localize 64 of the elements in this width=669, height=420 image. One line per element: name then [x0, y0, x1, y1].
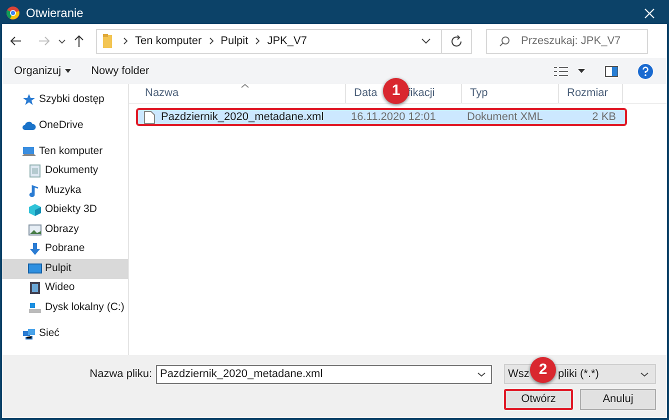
folder-icon	[103, 34, 112, 48]
cube-icon	[28, 203, 42, 218]
chevron-down-icon[interactable]	[421, 38, 431, 44]
nav-item[interactable]: Wideo	[2, 278, 128, 298]
search-field[interactable]: Przeszukaj: JPK_V7	[486, 28, 648, 54]
column-header[interactable]: Data	[354, 85, 378, 102]
computer-icon	[22, 144, 36, 159]
nav-item[interactable]: Szybki dostęp	[2, 90, 128, 110]
network-icon	[22, 326, 36, 341]
breadcrumb-item[interactable]: Pulpit	[220, 32, 248, 50]
image-icon	[28, 222, 42, 237]
filename-label: Nazwa pliku:	[90, 366, 152, 382]
file-row[interactable]: Pazdziernik_2020_metadane.xml 16.11.2020 12:01 Dokument XML 2 KB	[136, 108, 627, 126]
search-icon	[499, 36, 510, 46]
table-cell-text: Pazdziernik_2020_metadane.xml	[161, 110, 324, 125]
caret-icon[interactable]	[578, 69, 585, 73]
refresh-icon[interactable]	[450, 34, 463, 48]
chevron-down-icon	[640, 372, 649, 376]
chevron-down-icon[interactable]	[58, 38, 66, 44]
table-cell-text: Dokument XML	[467, 110, 543, 125]
caret-icon	[65, 69, 72, 73]
download-arrow-icon	[28, 242, 42, 256]
chevron-right-icon[interactable]	[208, 37, 214, 45]
table-cell-text: 2 KB	[592, 110, 616, 125]
nav-item[interactable]: Muzyka	[2, 181, 128, 200]
breadcrumb-item[interactable]: Ten komputer	[135, 32, 202, 50]
column-header[interactable]: Rozmiar	[559, 84, 623, 103]
address-bar[interactable]: Ten komputer Pulpit JPK_V7	[96, 28, 472, 54]
star-icon	[22, 92, 36, 107]
column-header[interactable]: Typ	[462, 84, 559, 103]
back-arrow-icon[interactable]	[10, 36, 22, 46]
view-options-icon[interactable]	[554, 66, 568, 76]
filename-field[interactable]: Pazdziernik_2020_metadane.xml	[156, 364, 492, 384]
help-icon[interactable]	[638, 64, 653, 78]
film-icon	[28, 281, 42, 296]
nav-item[interactable]: Pulpit	[2, 259, 128, 278]
open-button[interactable]: Otwórz	[504, 389, 573, 410]
nav-item[interactable]: Obiekty 3D	[2, 200, 128, 220]
nav-item[interactable]: Ten komputer	[2, 142, 128, 162]
column-header[interactable]: Nazwa	[137, 84, 346, 103]
cancel-button[interactable]: Anuluj	[580, 389, 656, 410]
nav-item[interactable]: Dokumenty	[2, 162, 128, 181]
file-icon	[144, 110, 155, 124]
toolbar-button[interactable]: Organizuj	[14, 62, 72, 80]
close-icon[interactable]	[644, 8, 655, 18]
table-cell-text: 16.11.2020 12:01	[351, 110, 436, 125]
nav-item[interactable]: Dysk lokalny (C:)	[2, 298, 128, 318]
drive-icon	[28, 300, 42, 315]
chevron-down-icon[interactable]	[477, 372, 486, 376]
preview-pane-icon[interactable]	[605, 66, 618, 76]
column-header[interactable]: fikacji	[407, 85, 435, 102]
toolbar-button[interactable]: Nowy folder	[91, 62, 150, 80]
breadcrumb-item[interactable]: JPK_V7	[267, 32, 307, 50]
desktop-icon	[28, 262, 42, 276]
document-icon	[28, 164, 42, 178]
nav-item[interactable]: Obrazy	[2, 220, 128, 240]
window-title: Otwieranie	[26, 5, 84, 22]
nav-item[interactable]: Sieć	[2, 324, 128, 344]
up-arrow-icon[interactable]	[74, 35, 84, 47]
nav-item[interactable]: Pobrane	[2, 240, 128, 259]
browser-logo-icon	[6, 6, 20, 20]
chevron-right-icon[interactable]	[255, 37, 260, 45]
chevron-right-icon[interactable]	[123, 37, 128, 45]
nav-item[interactable]: OneDrive	[2, 116, 128, 136]
